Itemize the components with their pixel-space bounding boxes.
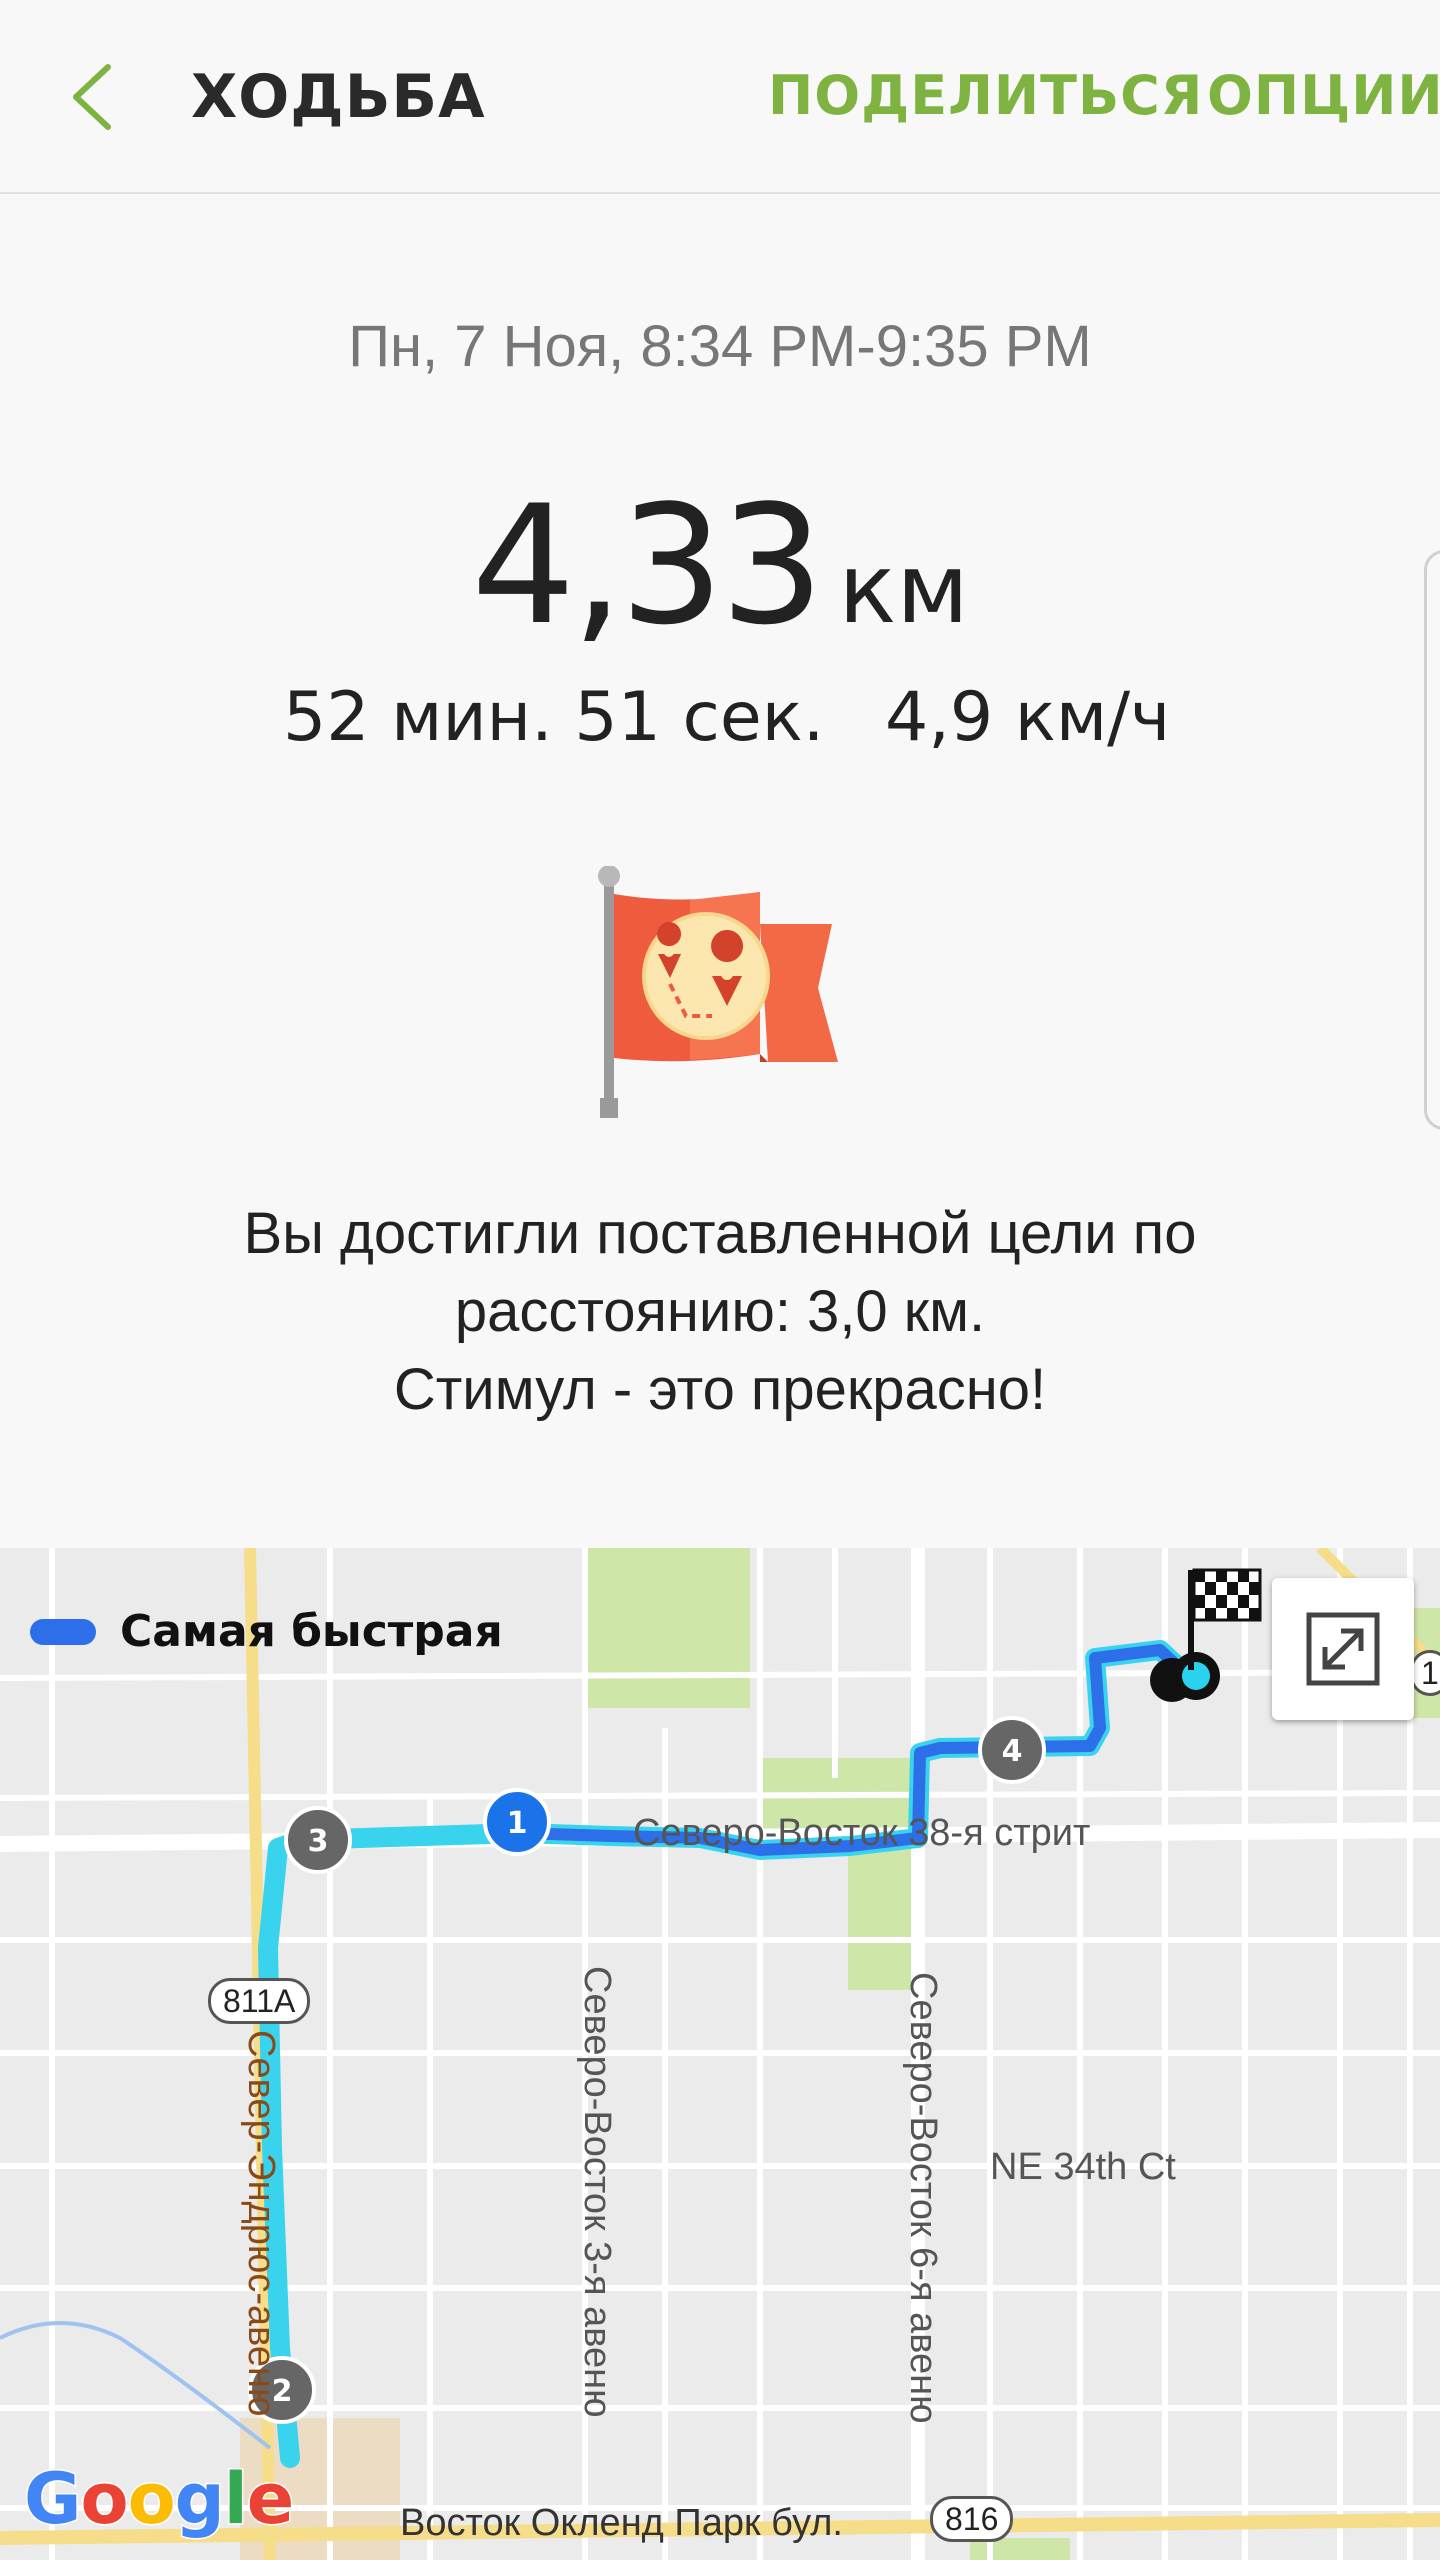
street-label-n-andrews: Север-Эндрюс-авеню [240, 2030, 282, 2417]
km-marker-label: 1 [507, 1806, 528, 1841]
goal-flag-icon [598, 866, 838, 1118]
share-button[interactable]: ПОДЕЛИТЬСЯ [768, 64, 1203, 127]
park-area [583, 1548, 750, 1708]
expand-icon [1306, 1612, 1380, 1686]
street-label-ne-3rd-ave: Северо-Восток 3-я авеню [576, 1966, 618, 2418]
km-marker-label: 4 [1002, 1734, 1023, 1769]
goal-message-line-3: Стимул - это прекрасно! [393, 1357, 1047, 1422]
route-shield-811a: 811A [208, 1978, 311, 2024]
km-marker-label: 3 [308, 1824, 329, 1859]
distance-unit: км [838, 533, 969, 645]
google-attribution: Google [22, 2457, 295, 2542]
street-label-oakland-park: Восток Окленд Парк бул. [400, 2502, 843, 2544]
distance-value: 4,33 [471, 470, 824, 661]
map-legend: Самая быстрая [30, 1606, 503, 1657]
options-button[interactable]: ОПЦИИ [1207, 64, 1440, 127]
distance-display: 4,33 км [0, 470, 1440, 661]
back-button[interactable] [60, 55, 140, 139]
workout-date-range: Пн, 7 Ноя, 8:34 PM-9:35 PM [348, 314, 1092, 379]
street-label-ne-38th: Северо-Восток 38-я стрит [633, 1812, 1091, 1854]
route-map[interactable]: 1 2 3 4 Северо-Восток 38-я стрит NE 34th… [0, 1548, 1440, 2560]
goal-message: Вы достигли поставленной цели по расстоя… [0, 1195, 1440, 1429]
legend-swatch [30, 1618, 96, 1645]
duration-value: 52 мин. 51 сек. [283, 678, 825, 757]
app-bar: ХОДЬБА ПОДЕЛИТЬСЯ ОПЦИИ [0, 0, 1440, 194]
canal [0, 2321, 272, 2450]
goal-message-line-2: расстоянию: 3,0 км. [454, 1279, 986, 1344]
map-expand-button[interactable] [1272, 1578, 1414, 1720]
speed-value: 4,9 км/ч [885, 678, 1171, 757]
chevron-left-icon [73, 64, 111, 130]
street-label-ne-6th-ave: Северо-Восток 6-я авеню [902, 1972, 944, 2424]
park-area [848, 1838, 918, 1990]
route-shield-816: 816 [930, 2496, 1014, 2542]
map-canvas: 1 2 3 4 [0, 1548, 1440, 2560]
edge-panel-handle[interactable] [1424, 550, 1440, 1130]
legend-label: Самая быстрая [120, 1606, 503, 1657]
page-title: ХОДЬБА [191, 62, 486, 132]
route-shield-1: 1 [1410, 1650, 1440, 1696]
street-label-ne-34th-ct: NE 34th Ct [990, 2146, 1176, 2188]
goal-message-line-1: Вы достигли поставленной цели по [243, 1201, 1197, 1266]
